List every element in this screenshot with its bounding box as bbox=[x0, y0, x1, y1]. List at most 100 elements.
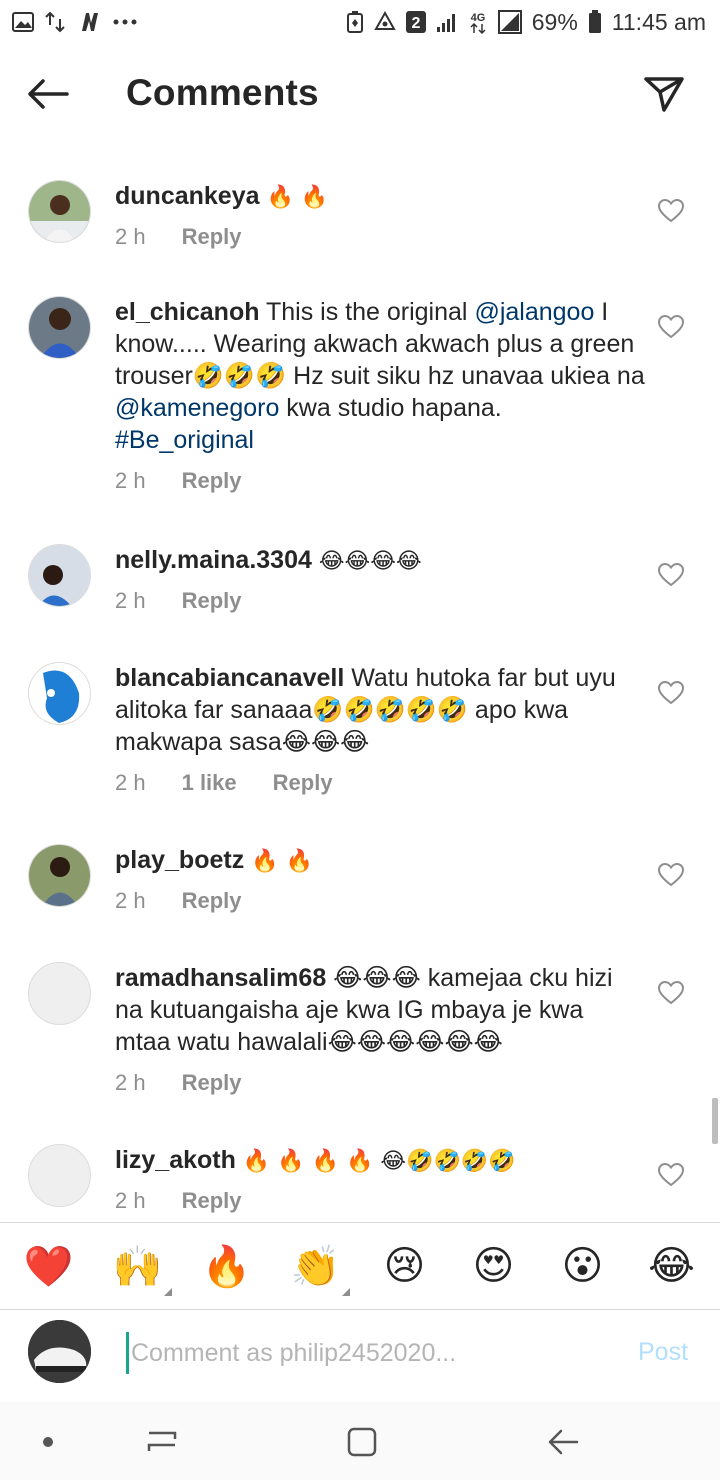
paper-plane-icon bbox=[644, 77, 684, 112]
comment-item: ramadhansalim68 😂😂😂 kamejaa cku hizi na … bbox=[0, 962, 720, 1122]
comment-item: blancabiancanavell Watu hutoka far but u… bbox=[0, 662, 720, 822]
comment-item: el_chicanoh This is the original @jalang… bbox=[0, 296, 720, 516]
signal-strength-2-icon bbox=[497, 10, 522, 34]
scrollbar-thumb[interactable] bbox=[712, 1098, 718, 1144]
system-nav-bar bbox=[0, 1402, 720, 1480]
comment-username[interactable]: blancabiancanavell bbox=[115, 664, 344, 692]
reply-button[interactable]: Reply bbox=[182, 1070, 242, 1096]
skin-tone-indicator bbox=[163, 1287, 172, 1296]
like-heart-icon[interactable] bbox=[658, 1162, 684, 1188]
comment-username[interactable]: el_chicanoh bbox=[115, 298, 260, 326]
comment-composer: Post bbox=[0, 1312, 720, 1402]
emoji-heart-button[interactable]: ❤️ bbox=[19, 1243, 79, 1290]
mention-link[interactable]: @kamenegoro bbox=[115, 394, 279, 422]
nav-back-button[interactable] bbox=[544, 1422, 584, 1462]
recent-apps-button[interactable] bbox=[142, 1422, 182, 1462]
like-heart-icon[interactable] bbox=[658, 314, 684, 340]
home-button[interactable] bbox=[342, 1422, 382, 1462]
share-direct-button[interactable] bbox=[640, 70, 688, 118]
nav-dot-button[interactable] bbox=[28, 1422, 68, 1462]
emoji-crying-button[interactable]: 😢 bbox=[375, 1243, 435, 1289]
like-heart-icon[interactable] bbox=[658, 862, 684, 888]
comment-text: 🔥 🔥 bbox=[266, 185, 329, 210]
back-arrow-icon bbox=[28, 79, 69, 109]
comment-timestamp: 2 h bbox=[115, 1070, 146, 1095]
avatar[interactable] bbox=[28, 662, 91, 725]
comment-username[interactable]: duncankeya bbox=[115, 182, 260, 210]
skin-tone-indicator bbox=[341, 1287, 350, 1296]
comment-input[interactable] bbox=[126, 1332, 606, 1374]
dot-icon bbox=[43, 1437, 53, 1447]
comment-timestamp: 2 h bbox=[115, 1188, 146, 1213]
avatar[interactable] bbox=[28, 1144, 91, 1207]
network-4g-icon: 4G bbox=[468, 10, 488, 34]
hashtag-link[interactable]: #Be_original bbox=[115, 426, 254, 454]
mention-link[interactable]: @jalangoo bbox=[474, 298, 594, 326]
signal-strength-icon bbox=[436, 11, 458, 33]
page-title: Comments bbox=[126, 72, 319, 113]
comment-username[interactable]: lizy_akoth bbox=[115, 1146, 236, 1174]
battery-saver-icon bbox=[346, 11, 364, 33]
emoji-raised-hands-button[interactable]: 🙌 bbox=[108, 1243, 172, 1296]
reply-button[interactable]: Reply bbox=[182, 588, 242, 614]
back-button[interactable] bbox=[24, 70, 72, 118]
recent-apps-icon bbox=[147, 1431, 177, 1451]
data-transfer-icon bbox=[44, 11, 68, 33]
likes-count-button[interactable]: 1 like bbox=[182, 770, 237, 796]
status-bar-right: 2 4G 69% 11:45 am bbox=[346, 9, 706, 36]
reply-button[interactable]: Reply bbox=[182, 224, 242, 250]
like-heart-icon[interactable] bbox=[658, 680, 684, 706]
avatar[interactable] bbox=[28, 296, 91, 359]
svg-text:4G: 4G bbox=[470, 12, 485, 24]
comment-item: nelly.maina.3304 😂😂😂😂 2 h Reply bbox=[0, 544, 720, 654]
comment-text: 🔥 🔥 bbox=[251, 849, 313, 874]
avatar[interactable] bbox=[28, 180, 91, 243]
avatar[interactable] bbox=[28, 544, 91, 607]
battery-percent: 69% bbox=[531, 8, 578, 35]
comment-item: play_boetz 🔥 🔥 2 h Reply bbox=[0, 844, 720, 954]
comment-item: lizy_akoth 🔥 🔥 🔥 🔥 😂🤣🤣🤣🤣 2 h Reply bbox=[0, 1144, 720, 1222]
svg-text:2: 2 bbox=[411, 15, 420, 32]
comment-text: 😂😂😂😂 bbox=[318, 549, 422, 574]
home-square-icon bbox=[347, 1427, 377, 1457]
recycle-icon bbox=[374, 11, 396, 33]
clock: 11:45 am bbox=[611, 8, 706, 35]
comment-username[interactable]: ramadhansalim68 bbox=[115, 964, 326, 992]
reply-button[interactable]: Reply bbox=[273, 770, 333, 796]
comment-text: 🔥 🔥 🔥 🔥 😂🤣🤣🤣🤣 bbox=[242, 1149, 516, 1174]
battery-icon bbox=[588, 10, 602, 34]
comment-username[interactable]: nelly.maina.3304 bbox=[115, 546, 312, 574]
comments-list[interactable]: duncankeya 🔥 🔥 2 h Reply el_chicanoh Thi… bbox=[0, 140, 720, 1222]
comment-username[interactable]: play_boetz bbox=[115, 846, 244, 874]
like-heart-icon[interactable] bbox=[658, 980, 684, 1006]
emoji-fire-button[interactable]: 🔥 bbox=[197, 1243, 257, 1290]
reply-button[interactable]: Reply bbox=[182, 468, 242, 494]
post-button[interactable]: Post bbox=[638, 1338, 688, 1367]
my-avatar bbox=[28, 1320, 91, 1383]
avatar[interactable] bbox=[28, 962, 91, 1025]
netflix-n-icon bbox=[78, 11, 102, 33]
emoji-clap-button[interactable]: 👏 bbox=[286, 1243, 350, 1296]
emoji-heart-eyes-button[interactable]: 😍 bbox=[464, 1243, 524, 1289]
avatar[interactable] bbox=[28, 844, 91, 907]
quick-emoji-bar: ❤️ 🙌 🔥 👏 😢 😍 😮 😂 bbox=[0, 1222, 720, 1310]
gallery-icon bbox=[12, 12, 34, 32]
comment-text: kwa studio hapana. bbox=[279, 394, 502, 422]
comment-timestamp: 2 h bbox=[115, 224, 146, 249]
more-notifications-icon bbox=[112, 18, 138, 26]
comment-timestamp: 2 h bbox=[115, 770, 146, 795]
like-heart-icon[interactable] bbox=[658, 198, 684, 224]
emoji-laughing-button[interactable]: 😂 bbox=[642, 1243, 702, 1289]
emoji-clap-glyph: 👏 bbox=[290, 1243, 341, 1290]
comment-timestamp: 2 h bbox=[115, 588, 146, 613]
emoji-surprised-button[interactable]: 😮 bbox=[553, 1243, 613, 1289]
status-bar-left bbox=[12, 11, 138, 33]
like-heart-icon[interactable] bbox=[658, 562, 684, 588]
nav-back-icon bbox=[548, 1429, 579, 1455]
reply-button[interactable]: Reply bbox=[182, 888, 242, 914]
comment-timestamp: 2 h bbox=[115, 888, 146, 913]
status-bar: 2 4G 69% 11:45 am bbox=[0, 0, 720, 44]
sim-2-badge: 2 bbox=[405, 11, 426, 33]
comment-text: This is the original bbox=[266, 298, 475, 326]
reply-button[interactable]: Reply bbox=[182, 1188, 242, 1214]
